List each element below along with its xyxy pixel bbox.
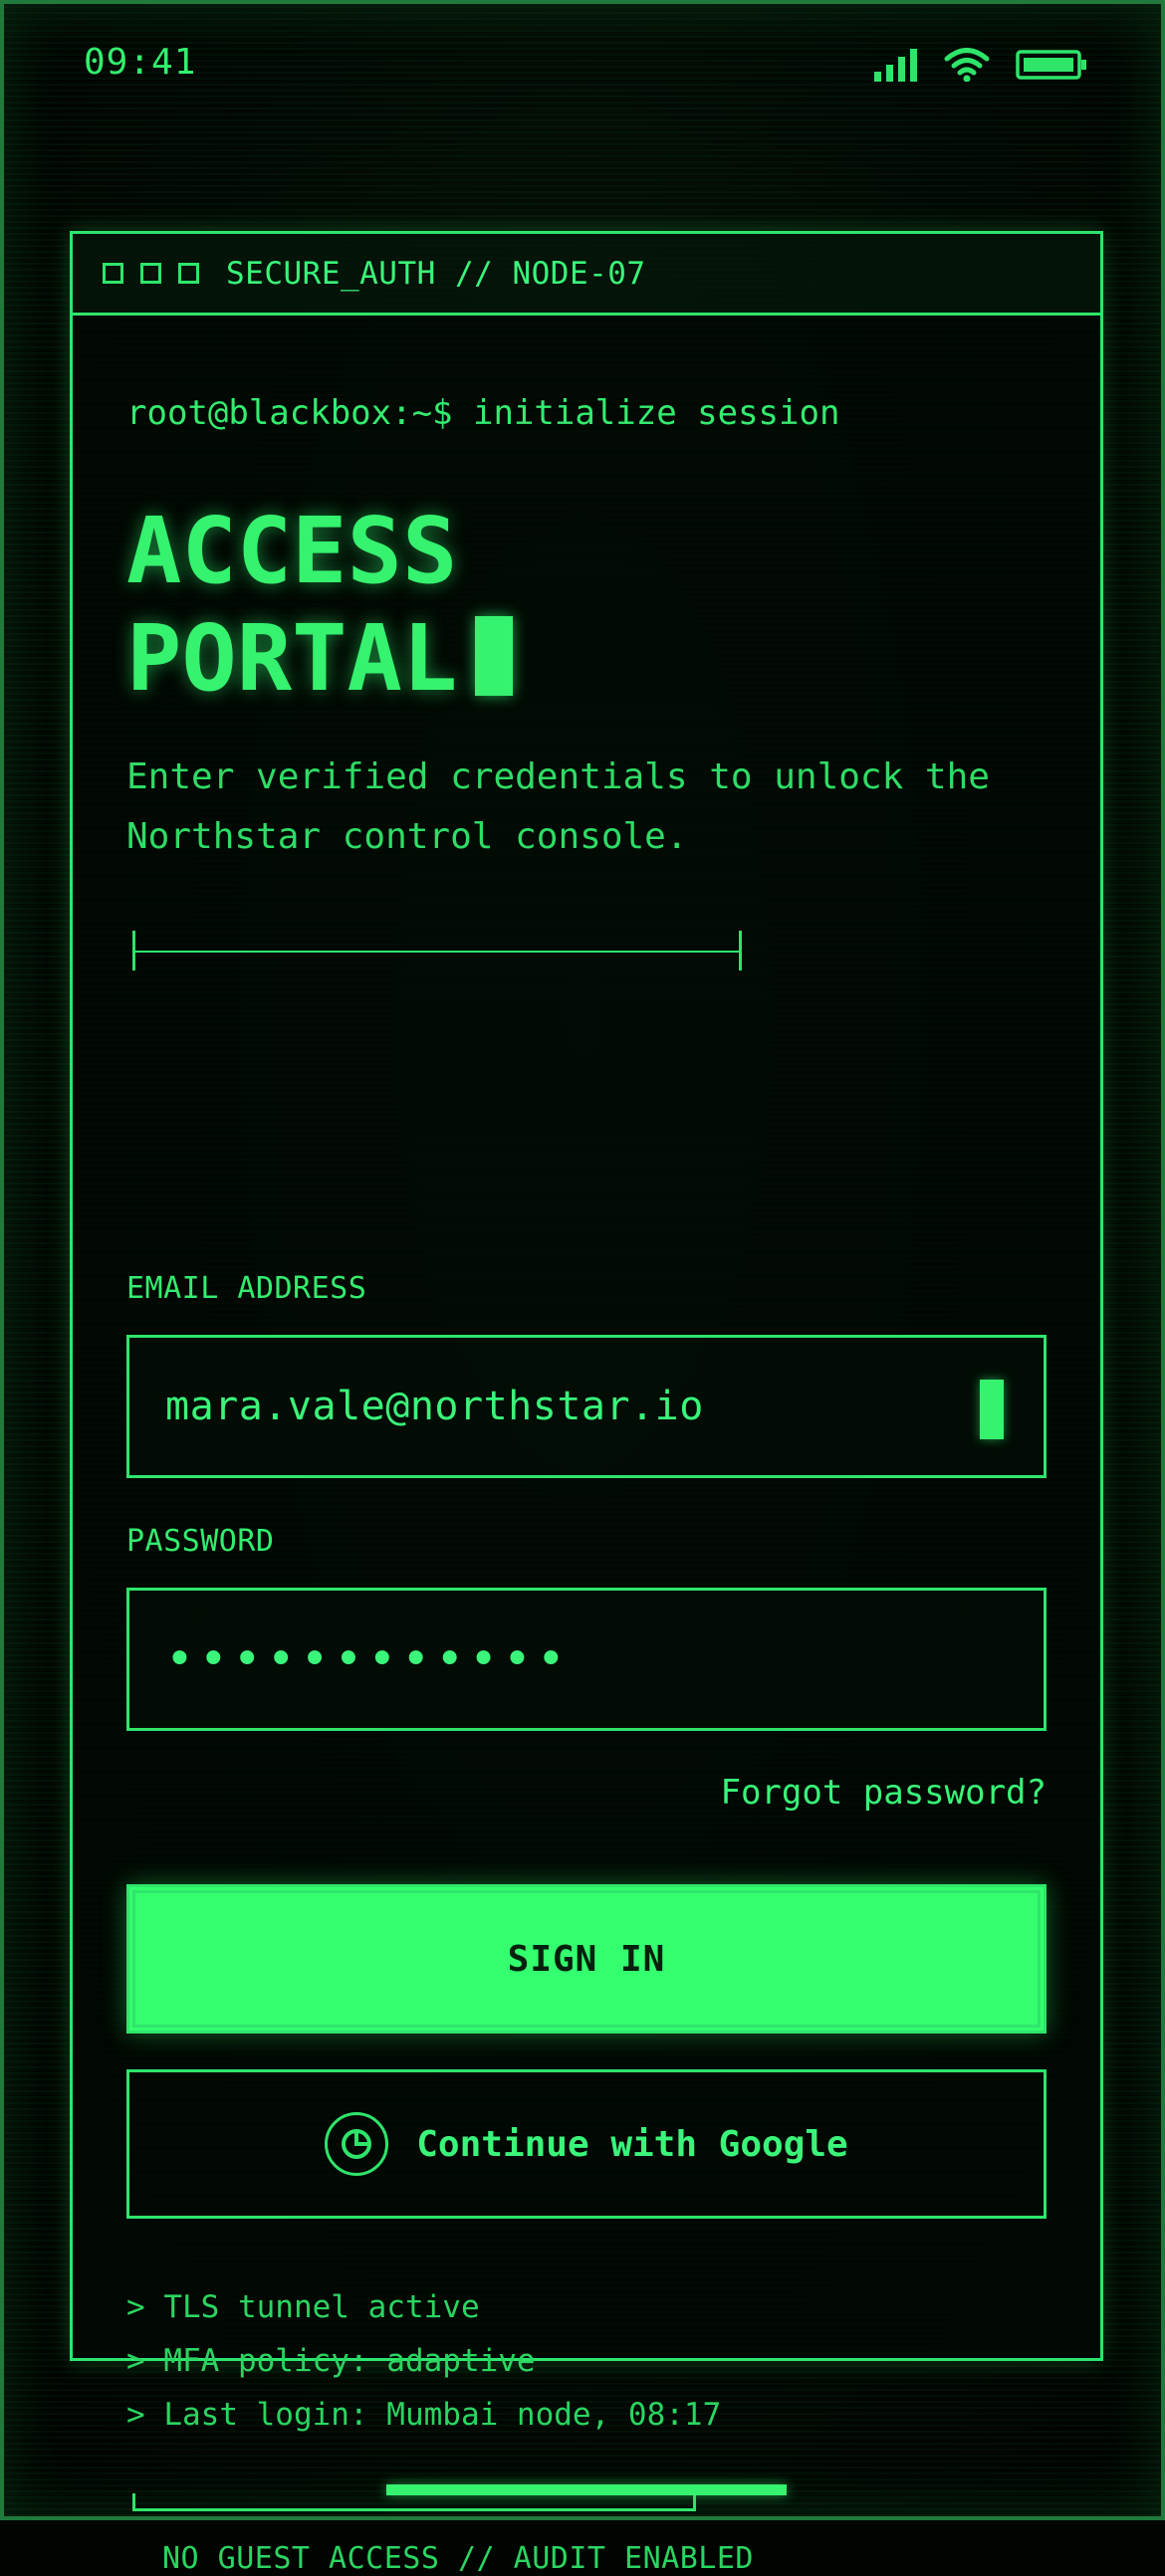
status-time: 09:41 [84, 42, 197, 83]
password-label: PASSWORD [126, 1524, 275, 1559]
auth-terminal-window: SECURE_AUTH // NODE-07 root@blackbox:~$ … [70, 231, 1103, 2576]
phone-screen: 09:41 SECURE_AUTH // NODE-07 root@blackb… [0, 0, 1165, 2576]
password-field[interactable]: •••••••••••• [126, 1588, 1047, 1731]
google-icon [325, 2112, 389, 2176]
battery-icon [1016, 50, 1086, 80]
google-button-label: Continue with Google [416, 2123, 848, 2165]
email-field[interactable]: mara.vale@northstar.io [126, 1335, 1047, 1478]
title-line-2-wrap: PORTAL [126, 605, 514, 713]
window-control-close[interactable] [103, 263, 123, 284]
shell-prompt: root@blackbox:~$ initialize session [126, 393, 840, 433]
home-indicator[interactable] [386, 2484, 787, 2495]
cellular-signal-icon [874, 49, 917, 82]
page-title: ACCESS PORTAL [126, 498, 514, 713]
log-line: > MFA policy: adaptive [126, 2343, 536, 2379]
title-line-2: PORTAL [126, 605, 458, 712]
email-value: mara.vale@northstar.io [165, 1384, 704, 1429]
footer-note: NO GUEST ACCESS // AUDIT ENABLED [162, 2541, 754, 2576]
blinking-cursor [475, 616, 514, 696]
forgot-password-link[interactable]: Forgot password? [720, 1773, 1047, 1813]
footer-bracket [132, 2493, 696, 2511]
input-cursor [980, 1380, 1004, 1439]
log-line: > Last login: Mumbai node, 08:17 [126, 2397, 722, 2433]
title-line-1: ACCESS [126, 498, 458, 604]
session-log: > TLS tunnel active > MFA policy: adapti… [126, 2280, 721, 2442]
sign-in-label: SIGN IN [507, 1938, 666, 1980]
window-title: SECURE_AUTH // NODE-07 [226, 255, 646, 292]
google-sign-in-button[interactable]: Continue with Google [126, 2069, 1047, 2219]
wifi-icon [944, 48, 990, 82]
sign-in-button[interactable]: SIGN IN [126, 1884, 1047, 2034]
window-titlebar: SECURE_AUTH // NODE-07 [73, 234, 1100, 316]
log-line: > TLS tunnel active [126, 2289, 480, 2325]
status-icons [874, 48, 1087, 82]
section-divider [132, 931, 742, 970]
password-value: •••••••••••• [165, 1631, 571, 1687]
window-control-minimize[interactable] [140, 263, 161, 284]
window-control-maximize[interactable] [178, 263, 199, 284]
page-subtitle: Enter verified credentials to unlock the… [126, 756, 990, 857]
email-label: EMAIL ADDRESS [126, 1271, 367, 1306]
